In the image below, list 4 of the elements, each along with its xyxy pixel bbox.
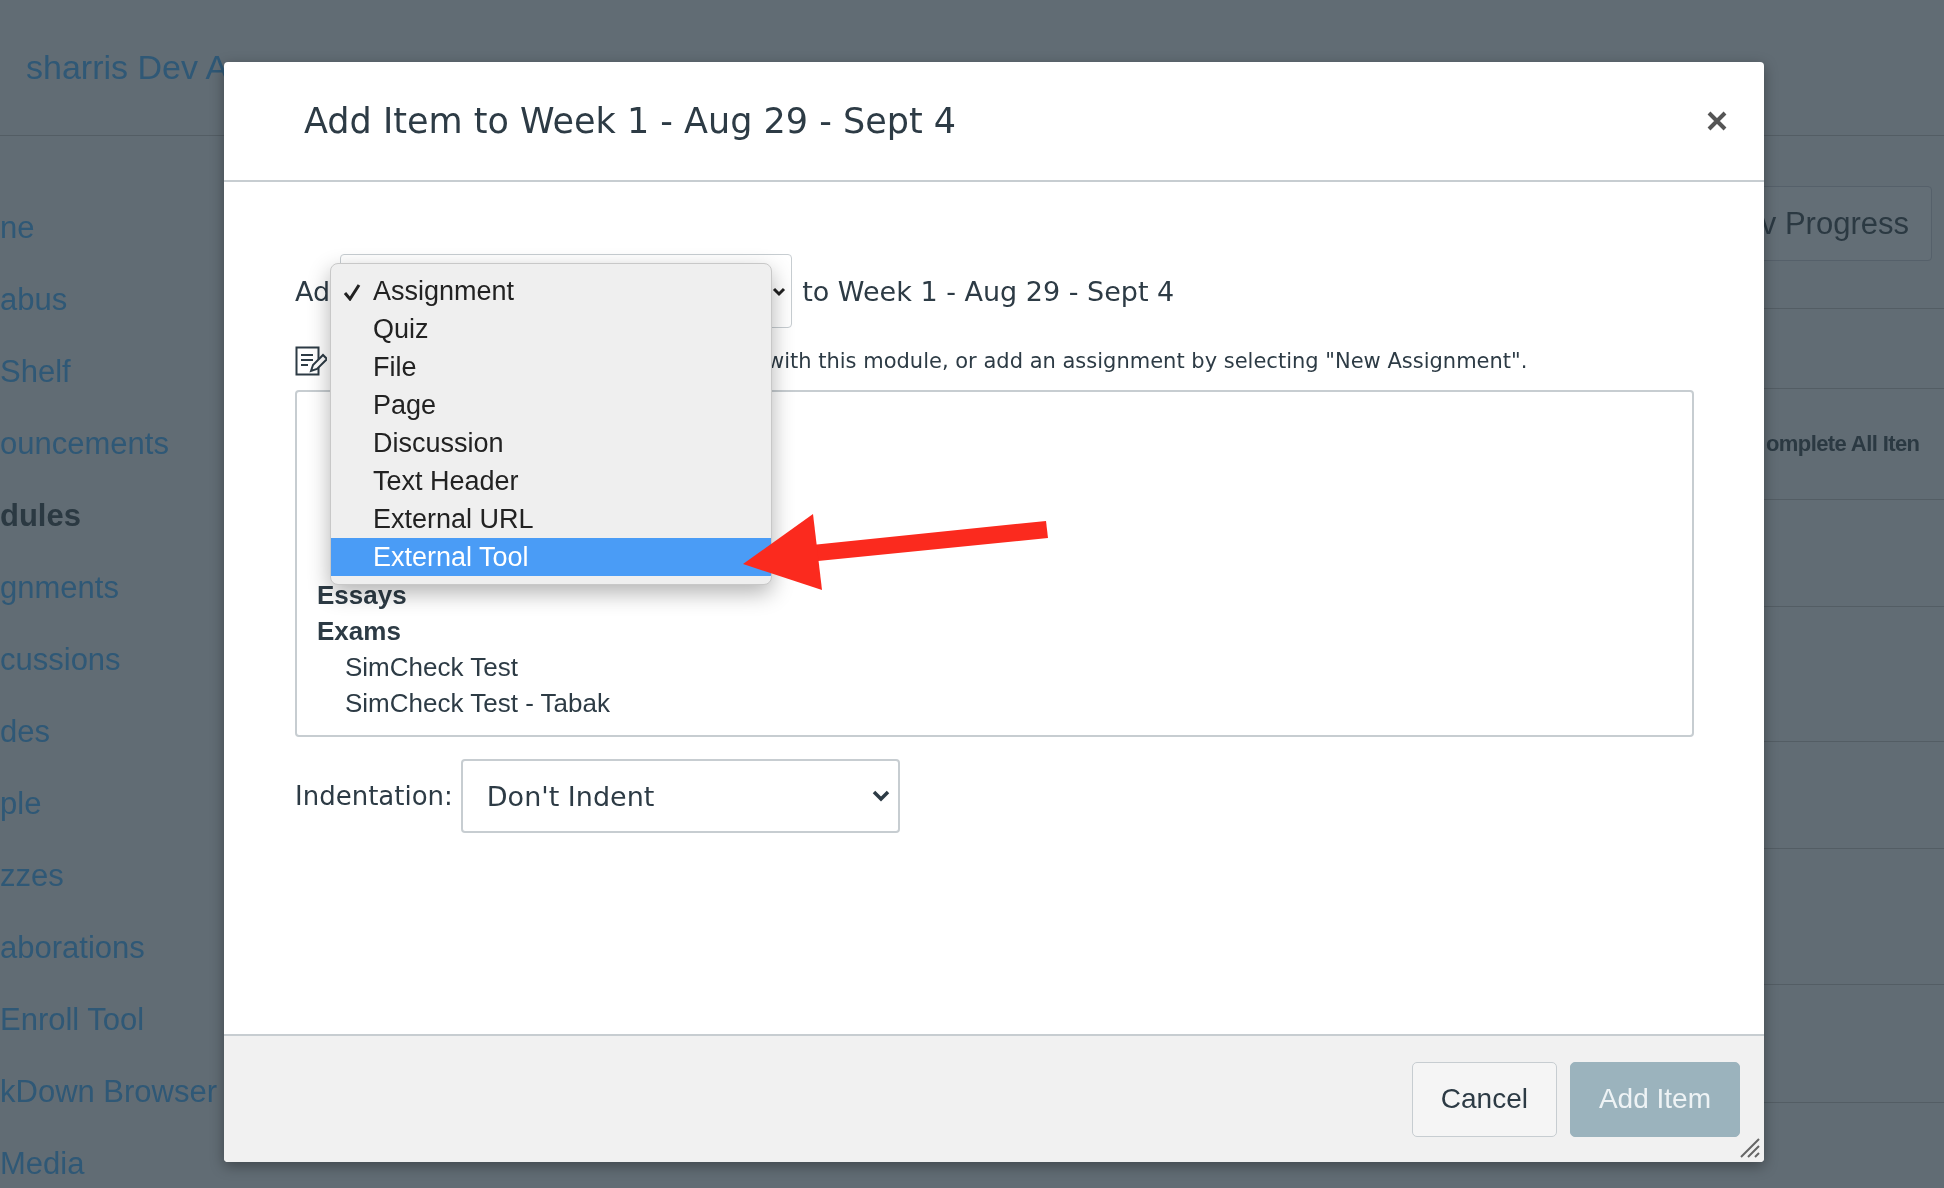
- indentation-label: Indentation:: [295, 781, 453, 811]
- module-target-text: to Week 1 - Aug 29 - Sept 4: [802, 275, 1175, 307]
- add-label: Ad: [295, 275, 331, 307]
- dialog-title: Add Item to Week 1 - Aug 29 - Sept 4: [304, 101, 958, 141]
